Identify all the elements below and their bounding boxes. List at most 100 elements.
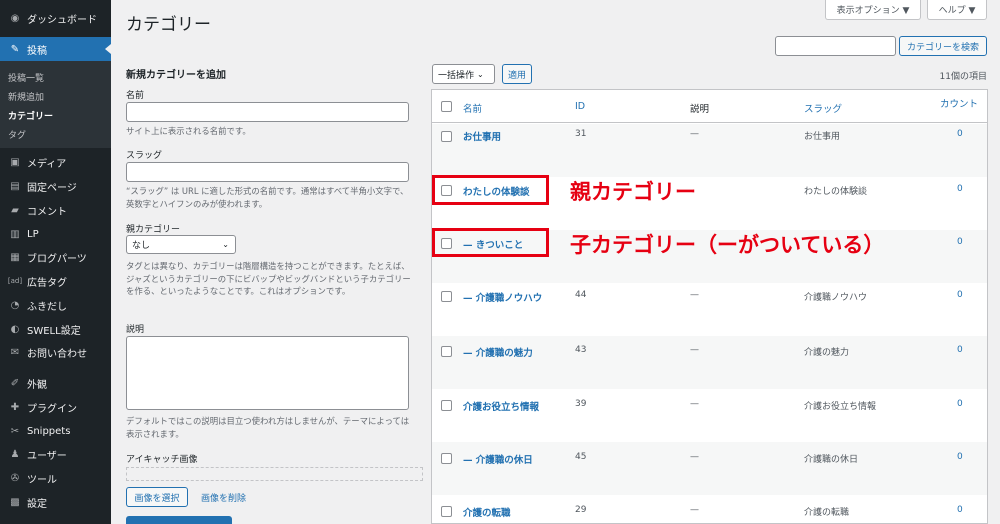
category-name-link[interactable]: 介護お役立ち情報 bbox=[463, 399, 539, 413]
snippets-icon: ✂ bbox=[10, 425, 20, 437]
category-count-link[interactable]: 0 bbox=[957, 129, 963, 139]
row-checkbox[interactable] bbox=[441, 131, 452, 142]
category-id: 31 bbox=[575, 129, 587, 139]
sidebar-item-ad-tag[interactable]: [ad] 広告タグ bbox=[0, 269, 111, 293]
category-slug: 介護職ノウハウ bbox=[804, 293, 868, 303]
sidebar-item-blog-parts[interactable]: ▦ ブログパーツ bbox=[0, 245, 111, 269]
sidebar-item-posts[interactable]: ✎ 投稿 bbox=[0, 37, 111, 61]
category-name-link[interactable]: お仕事用 bbox=[463, 129, 501, 143]
form-heading: 新規カテゴリーを追加 bbox=[126, 70, 226, 81]
row-checkbox[interactable] bbox=[441, 506, 452, 517]
row-checkbox[interactable] bbox=[441, 346, 452, 357]
sidebar-item-label: Snippets bbox=[27, 425, 71, 437]
sidebar-item-users[interactable]: ♟ ユーザー bbox=[0, 442, 111, 466]
sidebar-item-dashboard[interactable]: ◉ ダッシュボード bbox=[0, 6, 111, 30]
sidebar-item-snippets[interactable]: ✂ Snippets bbox=[0, 419, 111, 443]
table-row: 介護お役立ち情報 39 — 介護お役立ち情報 0 bbox=[432, 389, 987, 442]
sidebar-item-label: ふきだし bbox=[27, 301, 67, 313]
row-checkbox[interactable] bbox=[441, 400, 452, 411]
chevron-down-icon: ⌄ bbox=[222, 240, 229, 249]
category-count-link[interactable]: 0 bbox=[957, 345, 963, 355]
submenu-item-add-new[interactable]: 新規追加 bbox=[8, 90, 44, 103]
category-name-link[interactable]: — 介護職の休日 bbox=[463, 452, 533, 466]
sidebar-item-label: LP bbox=[27, 228, 39, 240]
apply-button[interactable]: 適用 bbox=[502, 64, 532, 84]
column-header-slug[interactable]: スラッグ bbox=[804, 101, 842, 115]
select-image-button[interactable]: 画像を選択 bbox=[126, 487, 188, 507]
sidebar-item-label: SWELL設定 bbox=[27, 325, 81, 337]
comment-icon: ▰ bbox=[11, 204, 19, 216]
submenu-item-tags[interactable]: タグ bbox=[8, 128, 26, 141]
page-icon: ▤ bbox=[10, 180, 20, 192]
category-count-link[interactable]: 0 bbox=[957, 452, 963, 462]
sidebar-item-appearance[interactable]: ✐ 外観 bbox=[0, 371, 111, 395]
category-count-link[interactable]: 0 bbox=[957, 399, 963, 409]
category-slug: 介護お役立ち情報 bbox=[804, 402, 877, 412]
sidebar-item-label: 投稿 bbox=[27, 45, 47, 57]
name-label: 名前 bbox=[126, 91, 145, 101]
sidebar-item-label: ダッシュボード bbox=[27, 14, 97, 26]
category-count-link[interactable]: 0 bbox=[957, 184, 963, 194]
slug-label: スラッグ bbox=[126, 151, 163, 161]
column-header-id[interactable]: ID bbox=[575, 101, 585, 112]
parent-help-text: タグとは異なり、カテゴリーは階層構造を持つことができます。たとえば、ジャズという… bbox=[126, 261, 411, 296]
category-count-link[interactable]: 0 bbox=[957, 505, 963, 515]
column-header-description[interactable]: 説明 bbox=[690, 101, 709, 115]
category-id: 29 bbox=[575, 505, 587, 515]
submenu-item-all-posts[interactable]: 投稿一覧 bbox=[8, 71, 44, 84]
parent-label: 親カテゴリー bbox=[126, 225, 181, 235]
name-input[interactable] bbox=[126, 102, 409, 122]
sidebar-item-media[interactable]: ▣ メディア bbox=[0, 150, 111, 174]
sidebar-item-label: お問い合わせ bbox=[27, 348, 87, 360]
add-category-button[interactable] bbox=[126, 516, 232, 524]
sidebar-item-label: ユーザー bbox=[27, 450, 67, 462]
table-row: 介護の転職 29 — 介護の転職 0 bbox=[432, 495, 987, 523]
remove-image-link[interactable]: 画像を削除 bbox=[201, 491, 246, 504]
category-name-link[interactable]: — 介護職の魅力 bbox=[463, 345, 533, 359]
settings-icon: ▩ bbox=[10, 496, 20, 508]
sidebar-item-pages[interactable]: ▤ 固定ページ bbox=[0, 174, 111, 198]
sidebar-item-plugins[interactable]: ✚ プラグイン bbox=[0, 395, 111, 419]
sidebar-item-lp[interactable]: ▥ LP bbox=[0, 222, 111, 246]
column-header-name[interactable]: 名前 bbox=[463, 101, 482, 115]
slug-input[interactable] bbox=[126, 162, 409, 182]
eyecatch-label: アイキャッチ画像 bbox=[126, 455, 198, 465]
sidebar-item-fukidashi[interactable]: ◔ ふきだし bbox=[0, 293, 111, 317]
screen-options-button[interactable]: 表示オプション ▼ bbox=[825, 0, 921, 20]
parent-category-select[interactable]: なし ⌄ bbox=[126, 235, 236, 254]
sidebar-item-contact[interactable]: ✉ お問い合わせ bbox=[0, 340, 111, 364]
sidebar-item-label: ツール bbox=[27, 474, 57, 486]
description-textarea[interactable] bbox=[126, 336, 409, 410]
user-icon: ♟ bbox=[10, 448, 20, 460]
sidebar-item-swell-settings[interactable]: ◐ SWELL設定 bbox=[0, 317, 111, 341]
bulk-action-select[interactable]: 一括操作 ⌄ bbox=[432, 64, 495, 84]
category-id: 45 bbox=[575, 452, 587, 462]
help-button[interactable]: ヘルプ ▼ bbox=[927, 0, 987, 20]
dashboard-icon: ◉ bbox=[10, 12, 20, 24]
submenu-item-categories[interactable]: カテゴリー bbox=[8, 109, 53, 122]
category-slug: 介護職の休日 bbox=[804, 455, 859, 465]
category-description: — bbox=[690, 129, 699, 139]
sidebar-item-settings[interactable]: ▩ 設定 bbox=[0, 490, 111, 514]
table-row: — 介護職ノウハウ 44 — 介護職ノウハウ 0 bbox=[432, 283, 987, 336]
search-categories-button[interactable]: カテゴリーを検索 bbox=[899, 36, 987, 56]
sidebar-item-label: 広告タグ bbox=[27, 277, 67, 289]
row-checkbox[interactable] bbox=[441, 291, 452, 302]
category-name-link[interactable]: — 介護職ノウハウ bbox=[463, 290, 542, 304]
sidebar-item-label: 設定 bbox=[27, 498, 47, 510]
sidebar-item-tools[interactable]: ✇ ツール bbox=[0, 466, 111, 490]
category-count-link[interactable]: 0 bbox=[957, 290, 963, 300]
sidebar-item-comments[interactable]: ▰ コメント bbox=[0, 198, 111, 222]
chevron-down-icon: ⌄ bbox=[477, 69, 484, 79]
row-checkbox[interactable] bbox=[441, 453, 452, 464]
sidebar-item-label: 固定ページ bbox=[27, 182, 77, 194]
category-name-link[interactable]: 介護の転職 bbox=[463, 505, 511, 519]
category-count-link[interactable]: 0 bbox=[957, 237, 963, 247]
name-help-text: サイト上に表示される名前です。 bbox=[126, 126, 251, 136]
eyecatch-preview bbox=[126, 467, 423, 481]
search-input[interactable] bbox=[775, 36, 896, 56]
swell-icon: ◐ bbox=[10, 323, 20, 335]
column-header-count[interactable]: カウント bbox=[940, 96, 978, 110]
posts-submenu: 投稿一覧 新規追加 カテゴリー タグ bbox=[0, 61, 111, 148]
select-all-checkbox[interactable] bbox=[441, 101, 452, 112]
